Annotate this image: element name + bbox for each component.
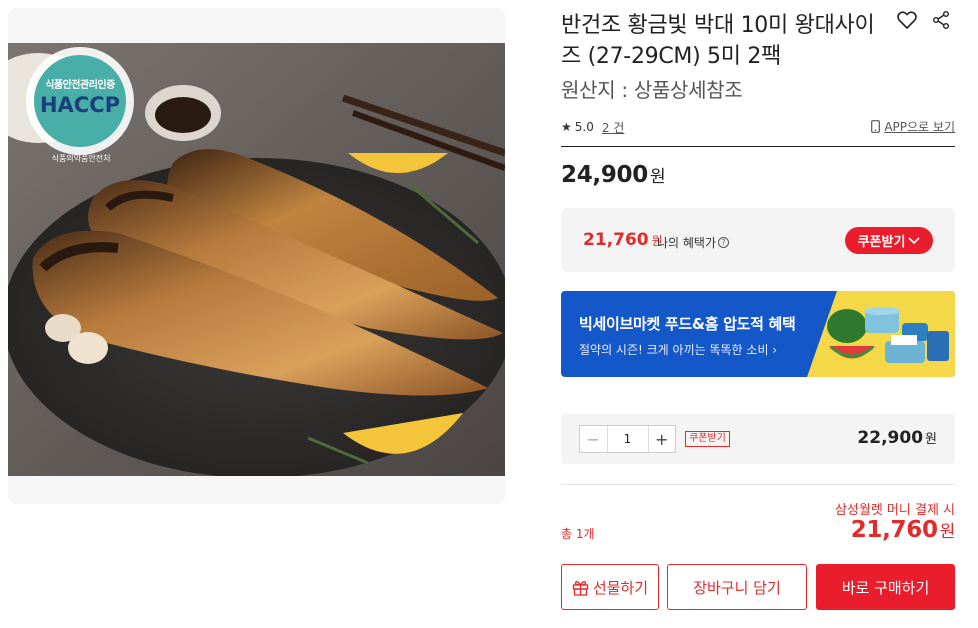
add-to-cart-label: 장바구니 담기 xyxy=(693,578,781,597)
gift-button-label: 선물하기 xyxy=(592,578,649,597)
option-coupon-tag[interactable]: 쿠폰받기 xyxy=(685,431,730,447)
promo-banner[interactable]: 빅세이브마켓 푸드&홈 압도적 혜택 절약의 시즌! 크게 아끼는 똑똑한 소비… xyxy=(561,291,955,377)
option-price-value: 22,900 xyxy=(857,428,924,448)
decrease-quantity-button[interactable]: − xyxy=(580,426,608,452)
haccp-badge-main: HACCP xyxy=(39,93,121,117)
haccp-badge-bottom: 식품의약품안전처 xyxy=(51,154,111,163)
quantity-stepper: − + xyxy=(579,425,676,453)
coupon-download-label: 쿠폰받기 xyxy=(857,235,906,250)
total-price-value: 21,760 xyxy=(850,517,938,543)
product-image-card: 식품안전관리인증 HACCP 식품의약품안전처 xyxy=(8,8,505,504)
gift-icon xyxy=(572,580,589,596)
payment-note: 삼성월렛 머니 결제 시 xyxy=(834,503,955,518)
buy-now-button[interactable]: 바로 구매하기 xyxy=(816,564,955,610)
origin-text: 원산지 : 상품상세참조 xyxy=(561,78,743,102)
mobile-icon xyxy=(871,120,881,133)
benefit-price: 21,760 원 xyxy=(583,230,663,250)
benefit-box: 21,760 원 나의 혜택가 ? 쿠폰받기 xyxy=(561,208,955,272)
option-price: 22,900 원 xyxy=(857,428,937,448)
add-to-cart-button[interactable]: 장바구니 담기 xyxy=(667,564,807,610)
product-title: 반건조 황금빛 박대 10미 왕대사이즈 (27-29CM) 5미 2팩 xyxy=(561,13,875,69)
buy-now-label: 바로 구매하기 xyxy=(841,578,930,597)
total-price-currency: 원 xyxy=(939,522,956,542)
star-icon: ★ xyxy=(561,120,572,134)
heart-icon[interactable] xyxy=(895,8,919,32)
sale-price-currency: 원 xyxy=(649,167,666,187)
banner-subtitle: 절약의 시즌! 크게 아끼는 똑똑한 소비 › xyxy=(579,343,778,357)
option-price-currency: 원 xyxy=(925,432,937,447)
haccp-badge: 식품안전관리인증 HACCP xyxy=(34,76,126,117)
total-price: 21,760 원 xyxy=(850,517,956,543)
sale-price-value: 24,900 xyxy=(561,162,648,188)
banner-illustration xyxy=(807,291,955,377)
total-quantity-label: 총 1개 xyxy=(561,527,595,541)
rating-value: 5.0 xyxy=(574,120,594,134)
increase-quantity-button[interactable]: + xyxy=(647,426,676,452)
app-view-label: APP으로 보기 xyxy=(884,120,955,134)
coupon-download-button[interactable]: 쿠폰받기 xyxy=(845,227,933,254)
info-icon[interactable]: ? xyxy=(718,237,730,248)
benefit-label-text: 나의 혜택가 xyxy=(657,236,717,250)
share-icon[interactable] xyxy=(929,8,953,32)
chevron-down-icon xyxy=(908,236,920,244)
divider xyxy=(561,484,955,485)
review-count-link[interactable]: 2 건 xyxy=(602,119,625,136)
sale-price: 24,900 원 xyxy=(561,162,666,188)
option-box: − + 쿠폰받기 22,900원 xyxy=(561,414,955,464)
haccp-badge-top: 식품안전관리인증 xyxy=(45,80,115,91)
banner-title: 빅세이브마켓 푸드&홈 압도적 혜택 xyxy=(579,315,796,333)
benefit-label[interactable]: 나의 혜택가 ? xyxy=(657,234,730,251)
rating-row: ★ 5.0 2 건 APP으로 보기 xyxy=(561,117,955,137)
benefit-price-value: 21,760 xyxy=(583,230,649,250)
quantity-input[interactable] xyxy=(607,426,648,452)
divider xyxy=(561,146,955,147)
gift-button[interactable]: 선물하기 xyxy=(561,564,659,610)
app-view-link[interactable]: APP으로 보기 xyxy=(871,118,955,135)
